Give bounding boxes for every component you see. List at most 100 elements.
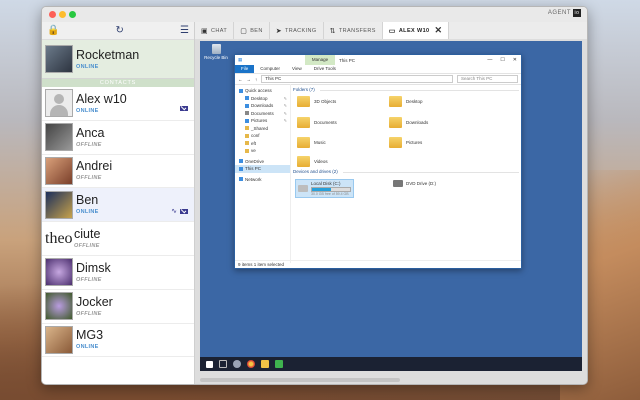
ribbon-file[interactable]: File	[235, 65, 255, 73]
drive-d[interactable]: DVD Drive (D:)	[393, 180, 436, 187]
file-explorer-icon[interactable]	[261, 360, 269, 368]
ribbon-drive-tools[interactable]: Drive Tools	[308, 65, 342, 73]
windows-start-icon[interactable]	[206, 360, 213, 368]
title-bar[interactable]: AGENT io	[42, 7, 587, 23]
file-explorer-window[interactable]: ▦ Manage This PC — ☐ ✕ File Computer Vie…	[234, 54, 522, 269]
search-icon[interactable]	[233, 360, 241, 368]
tab-chat[interactable]: ▣ CHAT	[195, 22, 235, 39]
contact-item[interactable]: Dimsk OFFLINE	[42, 256, 194, 290]
back-icon[interactable]: ←	[238, 77, 243, 82]
folder-icon	[245, 148, 249, 153]
search-input[interactable]: Search This PC	[457, 75, 518, 83]
contact-status: OFFLINE	[74, 243, 100, 250]
contact-item[interactable]: MG3 ONLINE	[42, 324, 194, 358]
close-tab-icon[interactable]: ✕	[435, 25, 443, 36]
computer-icon	[239, 166, 243, 171]
message-icon[interactable]	[180, 208, 188, 214]
folder-item[interactable]: Pictures	[389, 137, 422, 148]
folder-item[interactable]: Desktop	[389, 96, 423, 107]
forward-icon[interactable]: →	[247, 77, 252, 82]
remote-view[interactable]: Recycle Bin ▦ Manage This PC — ☐ ✕ File …	[195, 39, 587, 384]
tab-label: TRACKING	[284, 27, 317, 34]
explorer-title-bar[interactable]: ▦ Manage This PC — ☐ ✕	[235, 55, 521, 65]
contact-item[interactable]: Ben ONLINE ∿	[42, 188, 194, 223]
folder-item[interactable]: Music	[297, 137, 326, 148]
nav-onedrive[interactable]: OneDrive	[235, 158, 290, 166]
folders-header[interactable]: Folders (7)	[293, 86, 519, 94]
tab-alex-w10[interactable]: ▭ ALEX W10 ✕	[382, 22, 450, 39]
chrome-icon[interactable]	[247, 360, 255, 368]
maximize-icon[interactable]: ☐	[500, 57, 504, 63]
contact-item[interactable]: Anca OFFLINE	[42, 121, 194, 155]
folder-icon	[245, 126, 249, 131]
contact-status: OFFLINE	[76, 175, 102, 182]
recycle-bin[interactable]: Recycle Bin	[203, 44, 229, 60]
remote-desktop[interactable]: Recycle Bin ▦ Manage This PC — ☐ ✕ File …	[200, 41, 582, 371]
agent-app-icon[interactable]	[275, 360, 283, 368]
nav-label: Desktop	[251, 95, 268, 101]
nav-shared[interactable]: _Shared	[235, 125, 290, 133]
history-icon[interactable]: ↻	[116, 25, 124, 36]
tab-tracking[interactable]: ➤ TRACKING	[270, 22, 324, 39]
my-profile[interactable]: Rocketman ONLINE	[42, 40, 194, 79]
tab-label: CHAT	[211, 27, 228, 34]
nav-documents[interactable]: Documents ✎	[235, 110, 290, 118]
folder-label: Downloads	[406, 120, 429, 125]
drives-header[interactable]: Devices and drives (2)	[293, 168, 519, 176]
contact-item[interactable]: Alex w10 ONLINE	[42, 87, 194, 121]
avatar	[45, 190, 73, 219]
drives-list: Local Disk (C:) 30.0 GB free of 59.4 GB …	[293, 178, 519, 198]
contact-item[interactable]: Jocker OFFLINE	[42, 290, 194, 324]
message-icon[interactable]	[180, 106, 188, 111]
address-bar[interactable]: This PC	[261, 75, 453, 83]
nav-conf[interactable]: conf	[235, 132, 290, 140]
close-window-button[interactable]	[49, 11, 56, 18]
folder-item[interactable]: 3D Objects	[297, 96, 336, 107]
nav-this-pc[interactable]: This PC	[235, 165, 290, 173]
zoom-window-button[interactable]	[69, 11, 76, 18]
drive-c[interactable]: Local Disk (C:) 30.0 GB free of 59.4 GB	[295, 179, 354, 198]
up-icon[interactable]: ↑	[255, 77, 257, 82]
drive-name: Local Disk (C:)	[311, 181, 341, 186]
nav-desktop[interactable]: Desktop ✎	[235, 95, 290, 103]
contact-item[interactable]: Andrei OFFLINE	[42, 155, 194, 189]
menu-icon[interactable]: ☰	[180, 25, 189, 36]
nav-eft[interactable]: eft	[235, 140, 290, 148]
ribbon-computer[interactable]: Computer	[254, 65, 286, 73]
horizontal-scrollbar[interactable]	[200, 378, 400, 382]
explorer-content: Folders (7) 3D Objects Desktop Documents…	[293, 86, 519, 260]
nav-label: Pictures	[251, 118, 268, 123]
nav-pictures[interactable]: Pictures ✎	[235, 117, 290, 125]
nav-label: Downloads	[251, 103, 274, 108]
contact-status: OFFLINE	[76, 276, 102, 283]
folder-item[interactable]: Videos	[297, 156, 328, 167]
nav-network[interactable]: Network	[235, 176, 290, 184]
contact-status: ONLINE	[76, 107, 99, 114]
contact-item[interactable]: theo ciute OFFLINE	[42, 222, 194, 256]
minimize-window-button[interactable]	[59, 11, 66, 18]
close-icon[interactable]: ✕	[513, 57, 517, 63]
drives-header-label: Devices and drives (2)	[293, 169, 338, 174]
folder-item[interactable]: Downloads	[389, 117, 428, 128]
manage-tab[interactable]: Manage	[305, 55, 335, 65]
tab-transfers[interactable]: ⇅ TRANSFERS	[324, 22, 383, 39]
tab-ben[interactable]: ▢ BEN	[234, 22, 270, 39]
folders-grid: 3D Objects Desktop Documents Downloads M…	[293, 94, 519, 168]
nav-quick-access[interactable]: Quick access	[235, 87, 290, 95]
contact-name: ciute	[74, 227, 101, 242]
nav-ve[interactable]: ve	[235, 147, 290, 155]
nav-downloads[interactable]: Downloads ✎	[235, 102, 290, 110]
contact-status: OFFLINE	[76, 310, 102, 317]
3d-objects-icon	[297, 96, 310, 107]
task-view-icon[interactable]	[219, 360, 227, 368]
explorer-body: Quick access Desktop ✎ Downloads ✎ Documen…	[235, 84, 521, 263]
minimize-icon[interactable]: —	[487, 57, 492, 63]
ribbon-view[interactable]: View	[286, 65, 308, 73]
tab-label: BEN	[250, 27, 263, 34]
app-window: AGENT io 🔒 ↻ ☰ Rocketman ONLINE CONTACTS…	[41, 6, 588, 385]
lock-icon[interactable]: 🔒	[47, 25, 59, 36]
nav-label: OneDrive	[245, 158, 265, 164]
folder-item[interactable]: Documents	[297, 117, 337, 128]
avatar	[45, 123, 73, 152]
brand-name: AGENT	[547, 10, 571, 16]
